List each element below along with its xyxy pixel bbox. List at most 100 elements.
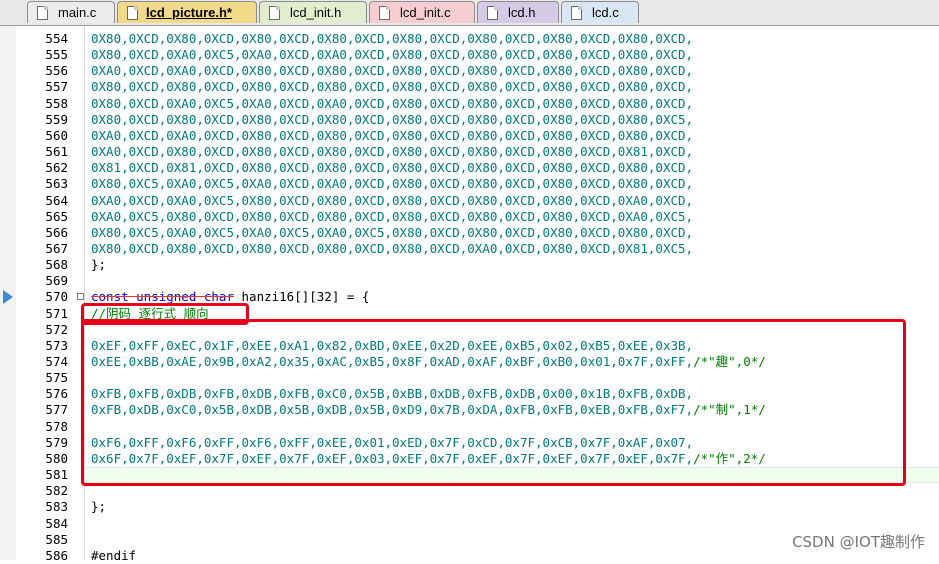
line-number: 566 [45,224,68,240]
line-number: 575 [45,370,68,386]
tab-lcd-c[interactable]: lcd.c [561,1,639,23]
code-token: 0XA0,0XCD,0XA0,0XC5,0X80,0XCD,0X80,0XCD,… [91,192,694,208]
tab-lcd-picture-h[interactable]: lcd_picture.h* [117,1,257,23]
code-text: 0X81,0XCD,0X81,0XCD,0X80,0XCD,0X80,0XCD,… [91,160,693,176]
line-number: 557 [45,79,68,95]
code-text: 0XA0,0XCD,0XA0,0XCD,0X80,0XCD,0X80,0XCD,… [91,63,693,79]
code-token: #endif [91,547,137,563]
line-number: 574 [45,354,68,369]
line-number: 573 [45,337,68,353]
code-text: 0XA0,0XCD,0X80,0XCD,0X80,0XCD,0X80,0XCD,… [91,144,693,160]
line-number: 581 [45,467,68,483]
line-number: 564 [45,192,68,208]
tab-label: lcd_init.h [290,5,342,20]
line-number: 572 [45,321,68,337]
code-token: 0X80,0XCD,0X80,0XCD,0X80,0XCD,0X80,0XCD,… [91,31,694,46]
code-text: 0X80,0XCD,0X80,0XCD,0X80,0XCD,0X80,0XCD,… [91,241,693,257]
identifier-token: hanzi16[][32] = { [234,289,370,305]
code-token: }; [91,257,107,273]
line-number: 570 [45,289,68,305]
code-text: 0XA0,0XCD,0XA0,0XC5,0X80,0XCD,0X80,0XCD,… [91,193,693,209]
code-line[interactable]: 559 0X80,0XCD,0X80,0XCD,0X80,0XCD,0X80,0X… [0,112,939,128]
tab-label: lcd.h [508,5,536,20]
code-token: 0XA0,0XCD,0X80,0XCD,0X80,0XCD,0X80,0XCD,… [91,144,694,160]
code-text: 0X80,0XC5,0XA0,0XC5,0XA0,0XC5,0XA0,0XC5,… [91,225,693,241]
file-icon [487,6,498,20]
code-text: 0X80,0XCD,0XA0,0XC5,0XA0,0XCD,0XA0,0XCD,… [91,47,693,63]
line-number: 569 [45,273,68,289]
line-number: 558 [45,95,68,111]
line-number: 555 [45,47,68,63]
line-number: 562 [45,160,68,176]
execution-arrow-icon [3,290,13,305]
code-line[interactable]: 584 [0,516,939,532]
tab-lcd-h[interactable]: lcd.h [477,1,559,23]
line-number: 577 [45,402,68,418]
file-tab-bar: main.c lcd_picture.h* lcd_init.h lcd_init.c… [0,0,939,26]
tab-lcd-init-h[interactable]: lcd_init.h [259,1,367,23]
line-number: 580 [45,450,68,466]
code-editor[interactable]: 554 0X80,0XCD,0X80,0XCD,0X80,0XCD,0X80,0X… [0,26,939,563]
line-number: 571 [45,305,68,321]
code-line[interactable]: 563 0X80,0XC5,0XA0,0XC5,0XA0,0XCD,0XA0,0X… [0,176,939,192]
code-token: 0X80,0XC5,0XA0,0XC5,0XA0,0XCD,0XA0,0XCD,… [91,176,694,192]
line-number: 565 [45,208,68,224]
code-text: #endif [91,548,136,564]
line-number: 583 [45,499,68,515]
line-number: 578 [45,418,68,434]
line-number: 561 [45,144,68,160]
line-number: 554 [45,31,68,46]
line-number: 560 [45,127,68,143]
code-line[interactable]: 567 0X80,0XCD,0X80,0XCD,0X80,0XCD,0X80,0X… [0,241,939,257]
line-number: 584 [45,515,68,531]
tab-label: lcd.c [592,5,619,20]
code-text: 0X80,0XCD,0X80,0XCD,0X80,0XCD,0X80,0XCD,… [91,31,693,47]
code-token: 0X80,0XCD,0XA0,0XC5,0XA0,0XCD,0XA0,0XCD,… [91,47,694,63]
tab-label: lcd_init.c [400,5,451,20]
code-token: 0X80,0XCD,0X80,0XCD,0X80,0XCD,0X80,0XCD,… [91,111,694,127]
code-line[interactable]: 568}; [0,257,939,273]
code-text: 0XA0,0XC5,0X80,0XCD,0X80,0XCD,0X80,0XCD,… [91,209,693,225]
code-token: 0X80,0XCD,0XA0,0XC5,0XA0,0XCD,0XA0,0XCD,… [91,95,694,111]
file-icon [37,6,48,20]
code-line[interactable]: 560 0XA0,0XCD,0XA0,0XCD,0X80,0XCD,0X80,0X… [0,128,939,144]
code-token: 0X80,0XCD,0X80,0XCD,0X80,0XCD,0X80,0XCD,… [91,79,694,95]
code-line[interactable]: 561 0XA0,0XCD,0X80,0XCD,0X80,0XCD,0X80,0X… [0,144,939,160]
code-line[interactable]: 569 [0,273,939,289]
code-token: 0XA0,0XCD,0XA0,0XCD,0X80,0XCD,0X80,0XCD,… [91,127,694,143]
line-number: 585 [45,531,68,547]
file-icon [379,6,390,20]
code-line[interactable]: 566 0X80,0XC5,0XA0,0XC5,0XA0,0XC5,0XA0,0X… [0,225,939,241]
code-text: 0X80,0XCD,0XA0,0XC5,0XA0,0XCD,0XA0,0XCD,… [91,96,693,112]
line-number: 563 [45,176,68,192]
file-icon [127,6,138,20]
tab-lcd-init-c[interactable]: lcd_init.c [369,1,475,23]
tab-label: lcd_picture.h* [146,5,232,20]
code-line[interactable]: 556 0XA0,0XCD,0XA0,0XCD,0X80,0XCD,0X80,0X… [0,63,939,79]
code-token: 0X80,0XCD,0X80,0XCD,0X80,0XCD,0X80,0XCD,… [91,240,694,256]
code-token: }; [91,499,107,515]
code-line[interactable]: 562 0X81,0XCD,0X81,0XCD,0X80,0XCD,0X80,0X… [0,160,939,176]
line-number: 559 [45,111,68,127]
line-number: 556 [45,63,68,79]
code-line[interactable]: 557 0X80,0XCD,0X80,0XCD,0X80,0XCD,0X80,0X… [0,79,939,95]
code-line[interactable]: 565 0XA0,0XC5,0X80,0XCD,0X80,0XCD,0X80,0X… [0,209,939,225]
tab-label: main.c [58,5,97,20]
code-text: 0XA0,0XCD,0XA0,0XCD,0X80,0XCD,0X80,0XCD,… [91,128,693,144]
code-text: 0X80,0XCD,0X80,0XCD,0X80,0XCD,0X80,0XCD,… [91,112,693,128]
fold-toggle-icon[interactable] [77,293,84,301]
file-icon [269,6,280,20]
tab-main-c[interactable]: main.c [27,1,115,23]
code-text: 0X80,0XC5,0XA0,0XC5,0XA0,0XCD,0XA0,0XCD,… [91,176,693,192]
line-number: 579 [45,434,68,450]
code-line[interactable]: 554 0X80,0XCD,0X80,0XCD,0X80,0XCD,0X80,0X… [0,31,939,47]
code-line[interactable]: 564 0XA0,0XCD,0XA0,0XC5,0X80,0XCD,0X80,0X… [0,193,939,209]
code-line[interactable]: 558 0X80,0XCD,0XA0,0XC5,0XA0,0XCD,0XA0,0X… [0,96,939,112]
code-line[interactable]: 555 0X80,0XCD,0XA0,0XC5,0XA0,0XCD,0XA0,0X… [0,47,939,63]
code-text: 0X80,0XCD,0X80,0XCD,0X80,0XCD,0X80,0XCD,… [91,79,693,95]
file-icon [571,6,582,20]
code-token: 0X80,0XC5,0XA0,0XC5,0XA0,0XC5,0XA0,0XC5,… [91,224,694,240]
line-number: 567 [45,240,68,256]
line-number: 586 [45,547,68,563]
code-line[interactable]: 583}; [0,499,939,515]
